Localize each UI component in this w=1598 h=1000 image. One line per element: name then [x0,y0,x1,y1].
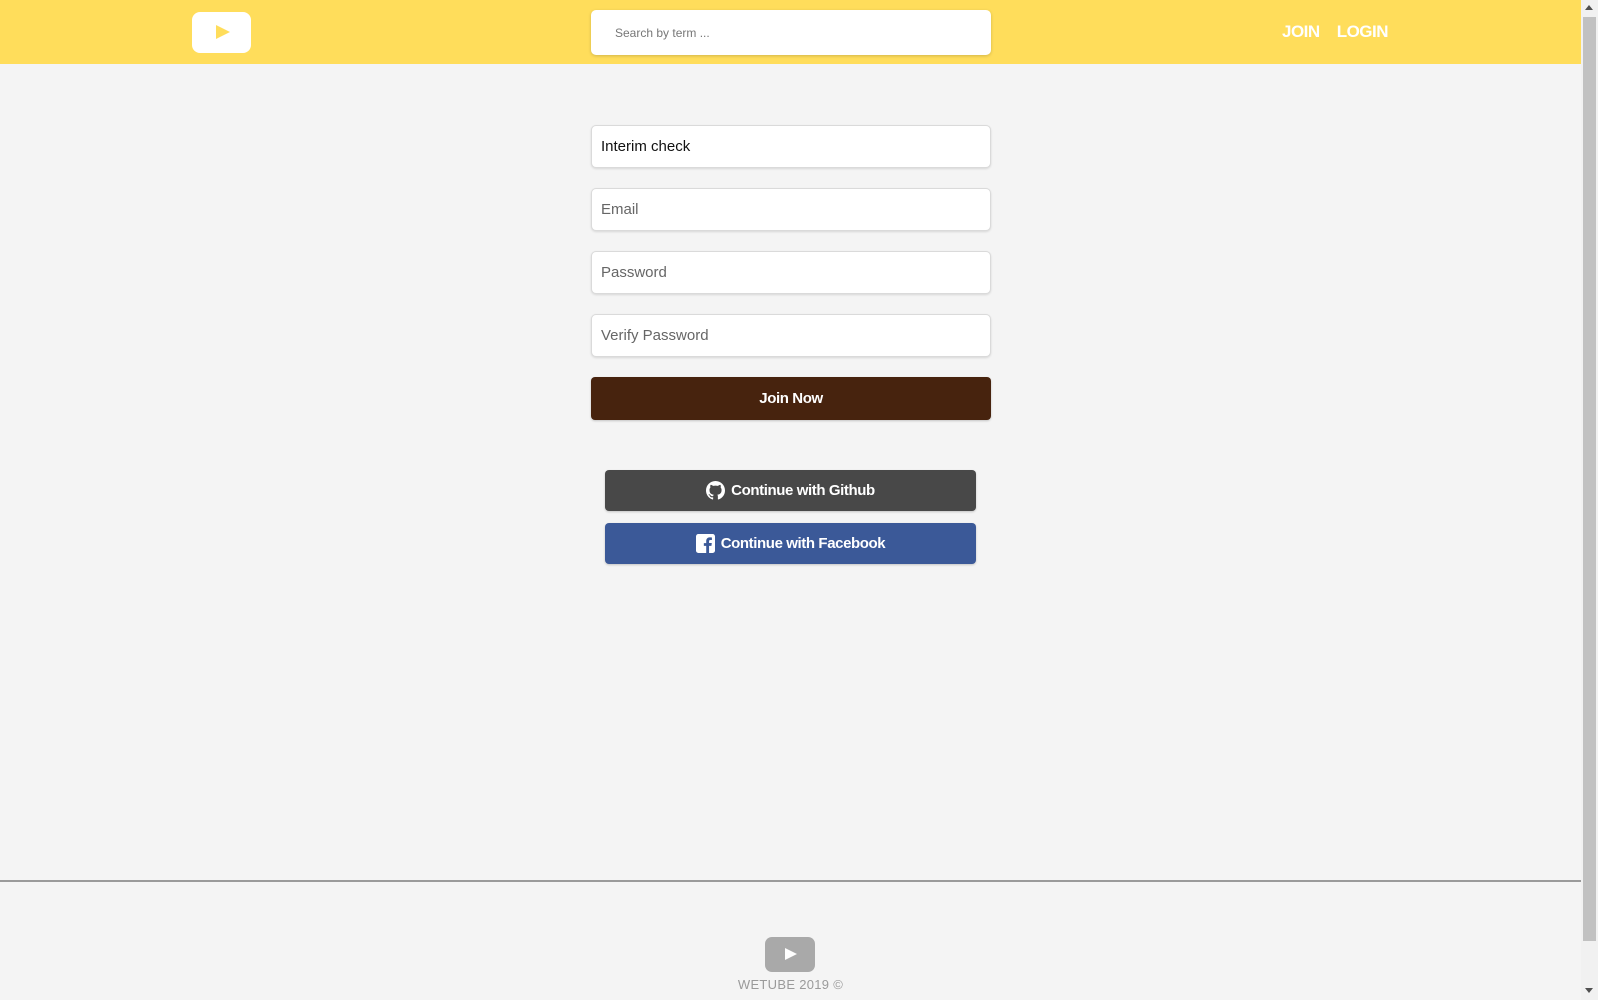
name-field[interactable] [591,125,991,168]
verify-password-field[interactable] [591,314,991,357]
password-field[interactable] [591,251,991,294]
play-icon [785,948,797,960]
email-field[interactable] [591,188,991,231]
github-icon [706,481,726,500]
footer-copyright: WETUBE 2019 © [737,977,844,992]
scroll-down-icon[interactable] [1585,988,1593,993]
facebook-login-button[interactable]: Continue with Facebook [605,523,976,564]
scroll-thumb[interactable] [1583,17,1596,941]
join-link[interactable]: JOIN [1282,20,1320,44]
scroll-up-icon[interactable] [1585,5,1593,10]
github-button-label: Continue with Github [731,482,875,499]
footer-divider [0,880,1581,882]
join-now-button[interactable]: Join Now [591,377,991,420]
facebook-icon [695,534,715,553]
login-link[interactable]: LOGIN [1337,20,1389,44]
footer-logo-icon [765,937,815,972]
play-icon [216,25,230,39]
header: JOIN LOGIN [0,0,1581,64]
facebook-button-label: Continue with Facebook [720,535,886,552]
logo-icon[interactable] [192,12,251,53]
github-login-button[interactable]: Continue with Github [605,470,976,511]
vertical-scrollbar[interactable] [1581,0,1598,1000]
header-nav: JOIN LOGIN [1282,20,1389,44]
page: JOIN LOGIN Join Now Continue with Github… [0,0,1581,1000]
search-input[interactable] [591,10,991,55]
